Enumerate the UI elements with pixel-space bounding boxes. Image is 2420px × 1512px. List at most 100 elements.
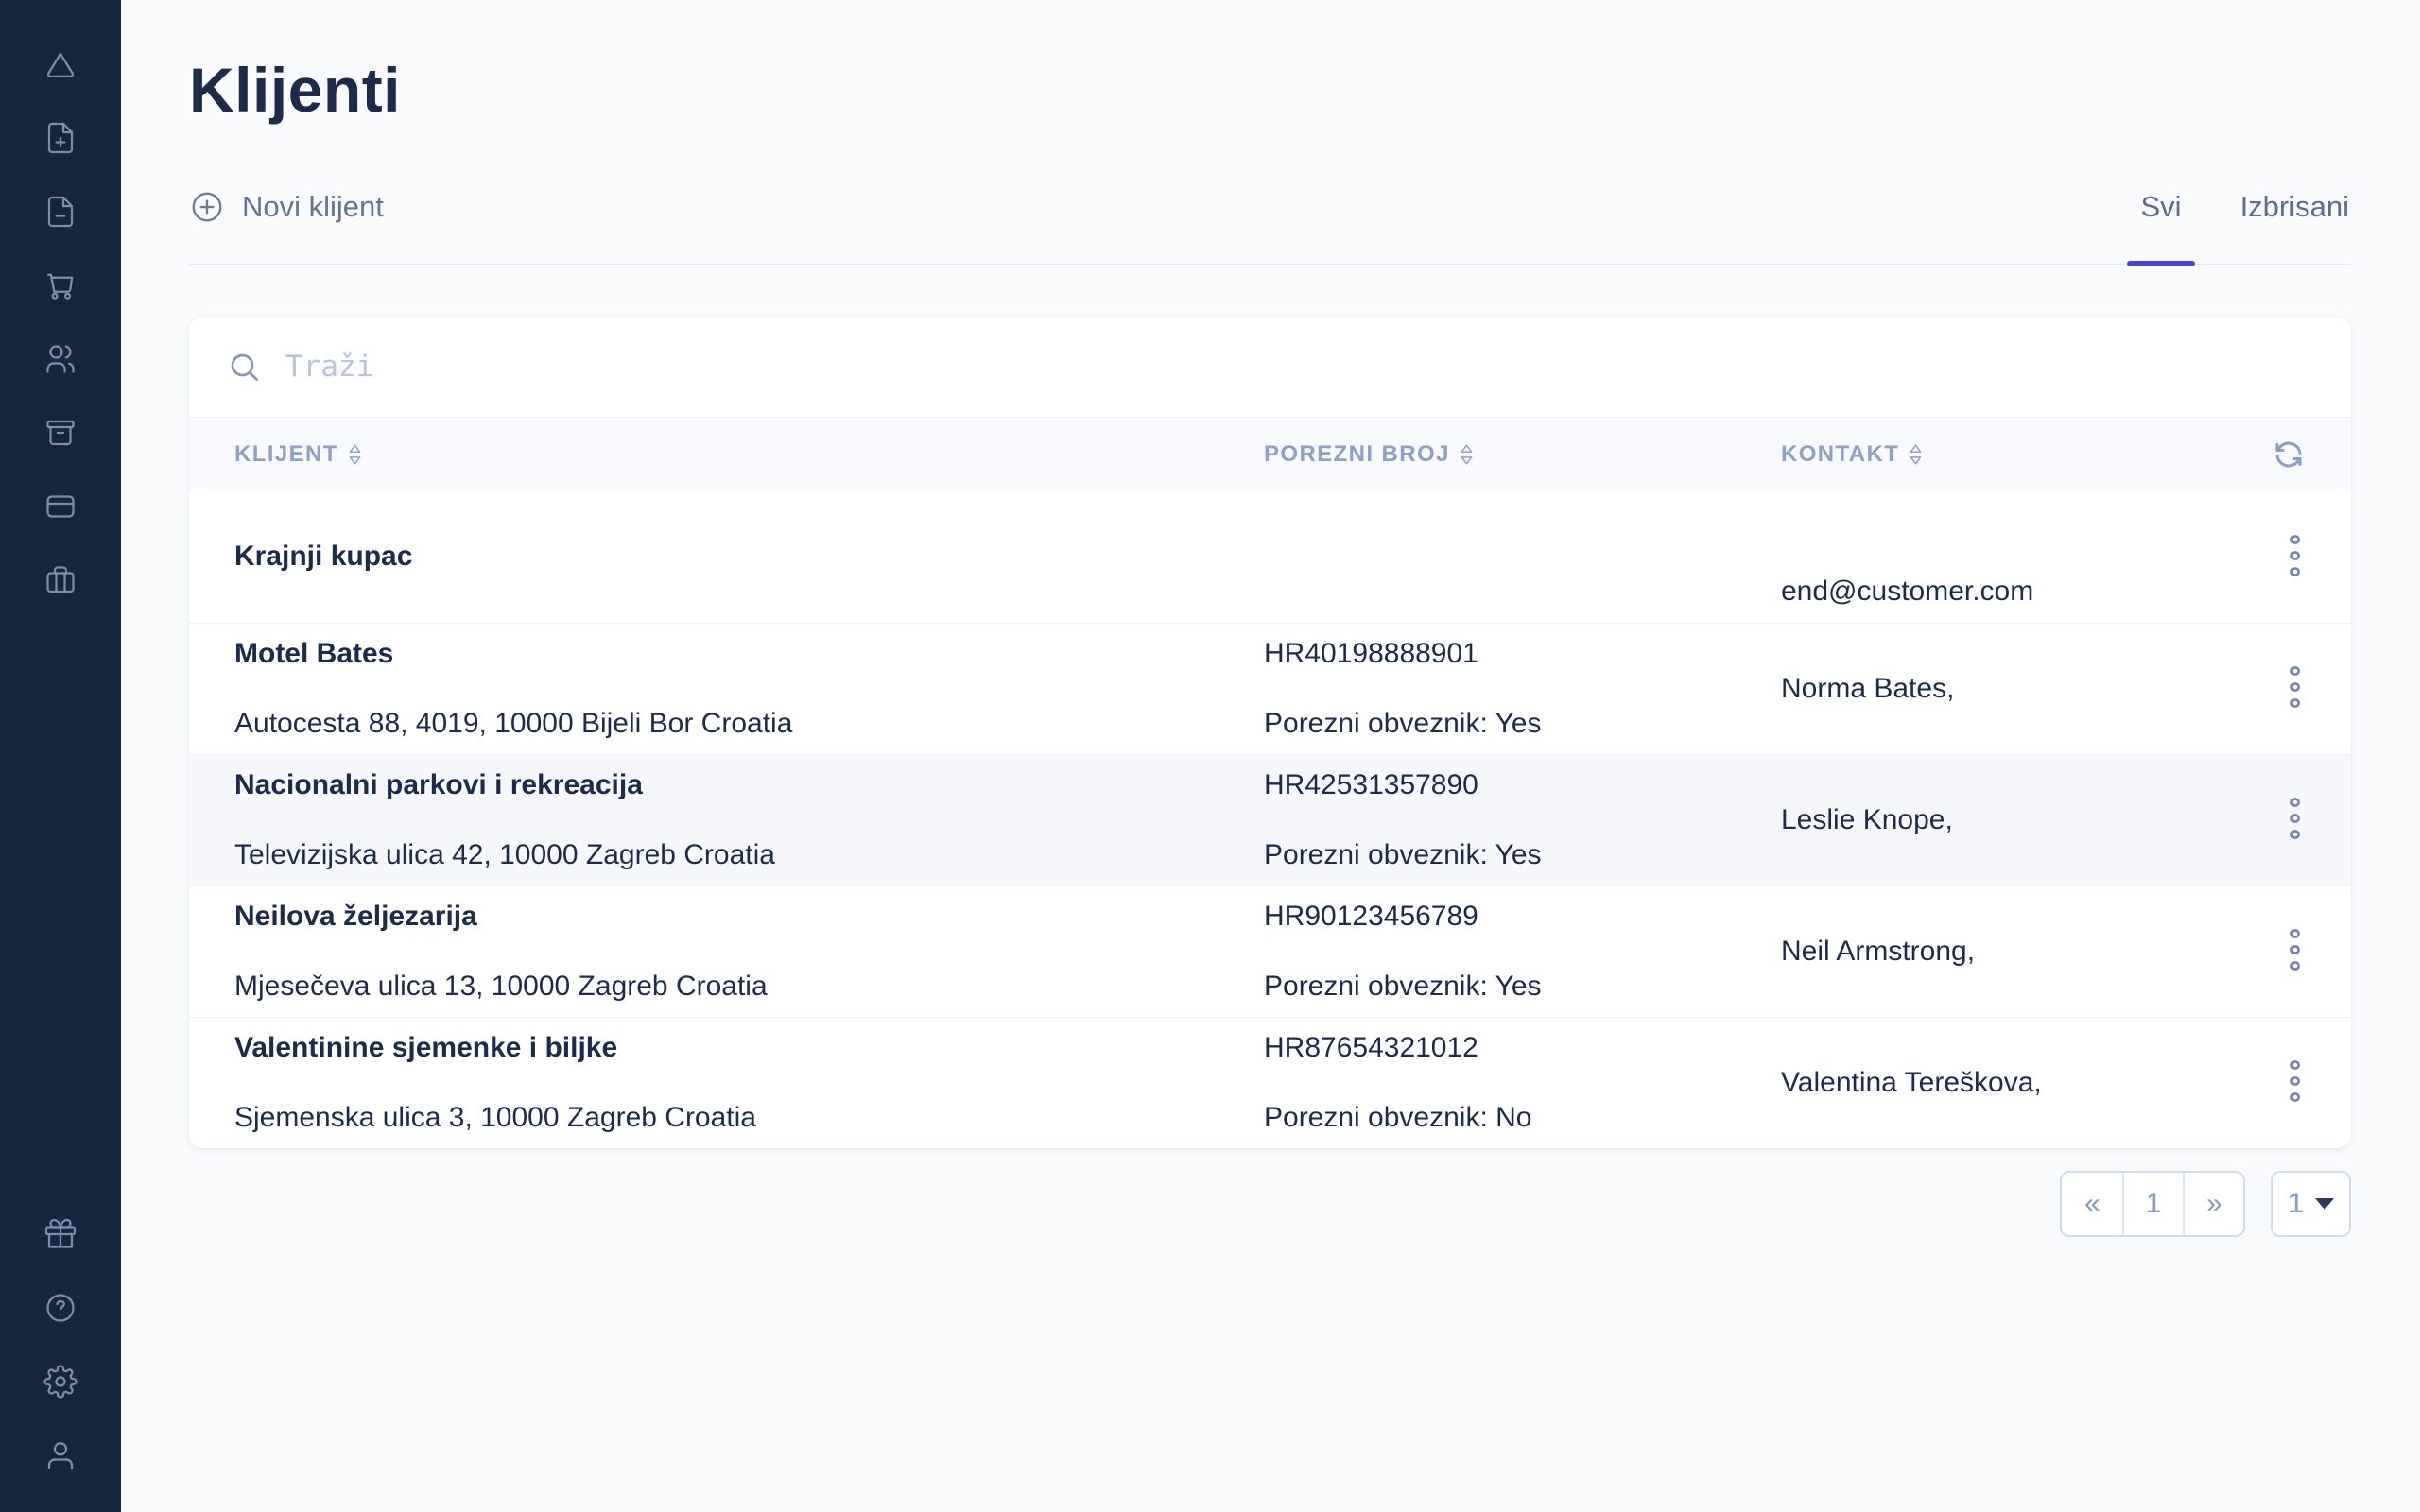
search-icon [227,350,261,384]
row-actions-cell [2231,624,2306,754]
client-cell: Motel Bates Autocesta 88, 4019, 10000 Bi… [234,624,1264,754]
toolbar: Novi klijent Svi Izbrisani [189,186,2351,265]
shopping-cart-icon [43,268,78,302]
contact-name: Leslie Knope, [1781,799,2231,841]
tab-izbrisani[interactable]: Izbrisani [2238,186,2351,264]
next-page-button[interactable]: » [2183,1173,2243,1235]
kebab-icon [2289,928,2302,971]
tax-cell: HR40198888901 Porezni obveznik: Yes [1264,624,1781,754]
sidebar [0,0,121,1512]
column-header-klijent[interactable]: KLIJENT [234,441,1264,468]
pagination: « 1 » 1 [189,1171,2351,1237]
circle-plus-icon [189,189,225,225]
tax-number: HR40198888901 [1264,633,1781,675]
sidebar-item-profile[interactable] [43,1438,78,1472]
sidebar-item-logo[interactable] [43,47,78,81]
contact-cell: end@customer.com [1781,491,2231,623]
refresh-icon [2272,438,2306,472]
client-cell: Krajnji kupac [234,491,1264,623]
row-actions-cell [2231,1018,2306,1148]
search-input[interactable] [285,350,2313,384]
column-label: KONTAKT [1781,441,1899,468]
tax-cell: HR90123456789 Porezni obveznik: Yes [1264,886,1781,1017]
refresh-button[interactable] [2272,438,2306,472]
sort-icon [1909,442,1923,467]
sidebar-item-company[interactable] [43,563,78,597]
column-header-kontakt[interactable]: KONTAKT [1781,441,2231,468]
tax-status: Porezni obveznik: Yes [1264,966,1781,1007]
page-title: Klijenti [189,55,2351,127]
client-name-link[interactable]: Krajnji kupac [234,536,1264,577]
search-row [189,318,2351,418]
contact-name: Neil Armstrong, [1781,931,2231,972]
current-page-button[interactable]: 1 [2122,1173,2183,1235]
sort-icon [348,442,362,467]
sidebar-top-group [43,47,78,597]
client-cell: Neilova željezarija Mjesečeva ulica 13, … [234,886,1264,1017]
pager-group: « 1 » [2060,1171,2245,1237]
tabs: Svi Izbrisani [2138,186,2351,264]
caret-down-icon [2315,1198,2334,1210]
file-plus-icon [43,121,78,155]
sidebar-item-quotes[interactable] [43,268,78,302]
client-address: Sjemenska ulica 3, 10000 Zagreb Croatia [234,1097,1264,1139]
kebab-menu-button[interactable] [2285,530,2306,584]
contact-cell: Norma Bates, [1781,624,2231,754]
sidebar-item-payments[interactable] [43,490,78,524]
client-name-link[interactable]: Motel Bates [234,633,1264,675]
table-row: Nacionalni parkovi i rekreacija Televizi… [189,754,2351,885]
tab-svi[interactable]: Svi [2138,186,2183,264]
new-client-button[interactable]: Novi klijent [189,186,384,264]
kebab-icon [2289,797,2302,840]
tax-number: HR87654321012 [1264,1027,1781,1069]
tax-cell: HR87654321012 Porezni obveznik: No [1264,1018,1781,1148]
tax-cell: HR42531357890 Porezni obveznik: Yes [1264,755,1781,885]
credit-card-icon [43,490,78,524]
gift-icon [43,1217,78,1251]
tax-number: HR90123456789 [1264,896,1781,937]
sidebar-item-help[interactable] [43,1291,78,1325]
table-row: Krajnji kupac end@customer.com [189,491,2351,623]
contact-email-link[interactable]: end@customer.com [1781,571,2231,612]
client-name-link[interactable]: Valentinine sjemenke i biljke [234,1027,1264,1069]
users-icon [43,342,78,376]
briefcase-icon [43,563,78,597]
table-header-actions [2231,438,2306,472]
sidebar-item-whats-new[interactable] [43,1217,78,1251]
contact-cell: Leslie Knope, [1781,755,2231,885]
client-address: Mjesečeva ulica 13, 10000 Zagreb Croatia [234,966,1264,1007]
kebab-menu-button[interactable] [2285,1056,2306,1109]
sidebar-bottom-group [43,1217,78,1472]
table-row: Valentinine sjemenke i biljke Sjemenska … [189,1017,2351,1148]
kebab-icon [2289,534,2302,577]
user-icon [43,1438,78,1472]
tax-number: HR42531357890 [1264,765,1781,806]
table-header: KLIJENT POREZNI BROJ KONTAKT [189,418,2351,491]
page-size-select[interactable]: 1 [2271,1171,2351,1237]
sidebar-item-new-invoice[interactable] [43,121,78,155]
sidebar-item-archive[interactable] [43,416,78,450]
kebab-menu-button[interactable] [2285,793,2306,847]
main-content: Klijenti Novi klijent Svi Izbrisani KLIJ… [121,0,2420,1512]
sidebar-item-settings[interactable] [43,1365,78,1399]
client-address: Autocesta 88, 4019, 10000 Bijeli Bor Cro… [234,703,1264,745]
row-actions-cell [2231,491,2306,623]
contact-name [1781,501,2231,542]
kebab-menu-button[interactable] [2285,662,2306,715]
client-cell: Nacionalni parkovi i rekreacija Televizi… [234,755,1264,885]
client-name-link[interactable]: Neilova željezarija [234,896,1264,937]
prev-page-button[interactable]: « [2062,1173,2122,1235]
sidebar-item-invoices[interactable] [43,195,78,229]
sidebar-item-clients[interactable] [43,342,78,376]
tax-status: Porezni obveznik: No [1264,1097,1781,1139]
file-minus-icon [43,195,78,229]
tax-cell [1264,491,1781,623]
column-label: KLIJENT [234,441,338,468]
clients-card: KLIJENT POREZNI BROJ KONTAKT [189,318,2351,1148]
column-header-porezni-broj[interactable]: POREZNI BROJ [1264,441,1781,468]
client-name-link[interactable]: Nacionalni parkovi i rekreacija [234,765,1264,806]
gear-icon [43,1365,78,1399]
kebab-menu-button[interactable] [2285,924,2306,978]
table-row: Neilova željezarija Mjesečeva ulica 13, … [189,885,2351,1017]
kebab-icon [2289,665,2302,709]
